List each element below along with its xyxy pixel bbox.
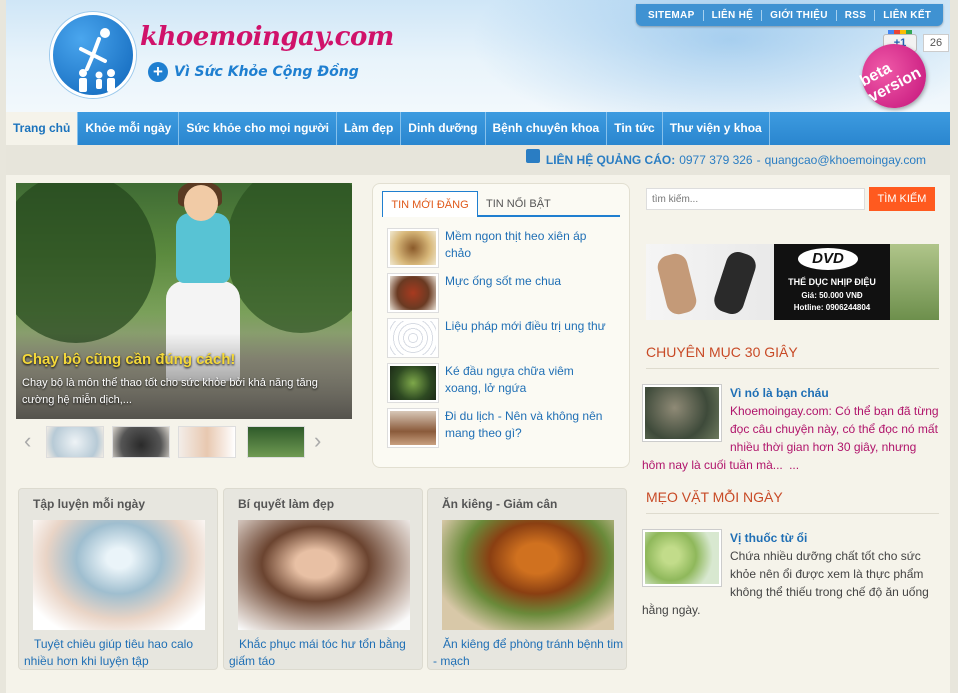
- slider-thumb[interactable]: [178, 426, 236, 458]
- page: khoemoingay.com + Vì Sức Khỏe Cộng Đồng …: [6, 0, 950, 693]
- category-box: Tập luyện mỗi ngày Tuyệt chiêu giúp tiêu…: [18, 488, 218, 670]
- ad-contact-phone[interactable]: 0977 379 326: [679, 153, 752, 167]
- slider-thumb[interactable]: [247, 426, 305, 458]
- news-thumbnail[interactable]: [387, 363, 439, 403]
- list-item[interactable]: Mềm ngon thịt heo xiên áp chảo: [387, 228, 625, 273]
- plus-icon: +: [148, 62, 168, 82]
- logo-text[interactable]: khoemoingay.com: [140, 22, 394, 52]
- news-title[interactable]: Đi du lịch - Nên và không nên mang theo …: [445, 408, 613, 442]
- tab-bar: TIN MỚI ĐĂNG TIN NỔI BẬT: [382, 191, 620, 217]
- ad-contact-email[interactable]: quangcao@khoemoingay.com: [765, 153, 926, 167]
- slider-thumb[interactable]: [112, 426, 170, 458]
- main-nav: Trang chủ Khỏe mỗi ngày Sức khỏe cho mọi…: [6, 112, 950, 145]
- chevron-left-icon[interactable]: ‹: [24, 430, 31, 452]
- banner-image: [890, 244, 939, 320]
- ad-contact-separator: -: [756, 153, 761, 167]
- category-image[interactable]: [238, 520, 410, 630]
- news-title[interactable]: Mực ống sốt me chua: [445, 273, 613, 290]
- ad-contact-label: LIÊN HỆ QUẢNG CÁO:: [545, 153, 676, 167]
- search-button[interactable]: TÌM KIẾM: [869, 187, 935, 211]
- news-thumbnail[interactable]: [387, 318, 439, 358]
- header: khoemoingay.com + Vì Sức Khỏe Cộng Đồng …: [6, 0, 950, 112]
- dvd-logo: DVD: [798, 248, 858, 270]
- chevron-right-icon[interactable]: ›: [314, 430, 321, 452]
- news-tabs: TIN MỚI ĐĂNG TIN NỔI BẬT Mềm ngon thịt h…: [372, 183, 630, 468]
- nav-item-lam-dep[interactable]: Làm đẹp: [337, 112, 402, 145]
- category-box: Ăn kiêng - Giảm cân Ăn kiêng để phòng tr…: [427, 488, 627, 670]
- tab-tin-noi-bat[interactable]: TIN NỔI BẬT: [480, 191, 557, 217]
- top-link-sitemap[interactable]: SITEMAP: [640, 9, 704, 21]
- slider-thumb[interactable]: [46, 426, 104, 458]
- nav-item-benh-chuyen-khoa[interactable]: Bệnh chuyên khoa: [486, 112, 608, 145]
- banner-title: THỂ DỤC NHỊP ĐIỆU: [788, 277, 876, 287]
- slogan-text: Vì Sức Khỏe Cộng Đồng: [174, 64, 359, 80]
- slider-thumbnails: ‹ ›: [16, 424, 352, 460]
- slogan: + Vì Sức Khỏe Cộng Đồng: [148, 62, 359, 82]
- list-item[interactable]: Đi du lịch - Nên và không nên mang theo …: [387, 408, 625, 453]
- phone-icon: [525, 149, 540, 163]
- nav-item-dinh-duong[interactable]: Dinh dưỡng: [401, 112, 486, 145]
- top-link-gioi-thieu[interactable]: GIỚI THIỆU: [762, 9, 837, 21]
- nav-item-trang-chu[interactable]: Trang chủ: [6, 112, 79, 145]
- category-title[interactable]: Tập luyện mỗi ngày: [33, 497, 145, 511]
- chuyen-muc-article: Vì nó là bạn cháu Khoemoingay.com: Có th…: [642, 384, 942, 474]
- list-item[interactable]: Liệu pháp mới điều trị ung thư: [387, 318, 625, 363]
- nav-item-suc-khoe[interactable]: Sức khỏe cho mọi người: [179, 112, 337, 145]
- news-title[interactable]: Liệu pháp mới điều trị ung thư: [445, 318, 613, 335]
- article-thumbnail[interactable]: [642, 384, 722, 442]
- nav-item-khoe-moi-ngay[interactable]: Khỏe mỗi ngày: [78, 112, 180, 145]
- meo-vat-article: Vị thuốc từ ổi Chứa nhiều dưỡng chất tốt…: [642, 529, 942, 619]
- category-image[interactable]: [33, 520, 205, 630]
- category-box: Bí quyết làm đẹp Khắc phục mái tóc hư tổ…: [223, 488, 423, 670]
- read-more-link[interactable]: ...: [789, 458, 799, 472]
- slider-text: Chạy bộ là môn thể thao tốt cho sức khỏe…: [22, 377, 318, 406]
- category-image[interactable]: [442, 520, 614, 630]
- banner-hotline: Hotline: 0906244804: [793, 303, 871, 312]
- banner-price: Giá: 50.000 VNĐ: [801, 291, 863, 300]
- slider-runner: [184, 185, 218, 221]
- slider-bg-tree: [16, 183, 156, 343]
- news-title[interactable]: Mềm ngon thịt heo xiên áp chảo: [445, 228, 613, 262]
- section-title-chuyen-muc[interactable]: CHUYÊN MỤC 30 GIÂY: [646, 344, 939, 369]
- logo-icon[interactable]: [50, 12, 136, 98]
- list-item[interactable]: Mực ống sốt me chua: [387, 273, 625, 318]
- category-caption[interactable]: Khắc phục mái tóc hư tổn bằng giấm táo: [229, 636, 421, 670]
- featured-slider[interactable]: Chạy bộ cũng cần đúng cách! Chạy bộ là m…: [16, 183, 352, 419]
- category-caption[interactable]: Tuyệt chiêu giúp tiêu hao calo nhiều hơn…: [24, 636, 216, 670]
- category-title[interactable]: Ăn kiêng - Giảm cân: [442, 497, 557, 511]
- nav-item-thu-vien[interactable]: Thư viện y khoa: [663, 112, 770, 145]
- top-links: SITEMAP LIÊN HỆ GIỚI THIỆU RSS LIÊN KẾT: [636, 4, 944, 26]
- nav-item-tin-tuc[interactable]: Tin tức: [607, 112, 663, 145]
- slider-runner: [176, 213, 230, 283]
- ad-contact: LIÊN HỆ QUẢNG CÁO: 0977 379 326 - quangc…: [525, 149, 926, 167]
- slider-bg-tree: [226, 183, 352, 333]
- contact-bar: LIÊN HỆ QUẢNG CÁO: 0977 379 326 - quangc…: [6, 145, 950, 175]
- tab-tin-moi-dang[interactable]: TIN MỚI ĐĂNG: [382, 191, 478, 217]
- news-thumbnail[interactable]: [387, 273, 439, 313]
- article-thumbnail[interactable]: [642, 529, 722, 587]
- section-title-meo-vat[interactable]: MẸO VẶT MỖI NGÀY: [646, 489, 939, 514]
- banner-image: [646, 244, 774, 320]
- top-link-lien-he[interactable]: LIÊN HỆ: [704, 9, 763, 21]
- search-input[interactable]: [646, 188, 865, 210]
- google-plus-count: 26: [923, 34, 949, 52]
- news-thumbnail[interactable]: [387, 228, 439, 268]
- dvd-banner[interactable]: DVD THỂ DỤC NHỊP ĐIỆU Giá: 50.000 VNĐ Ho…: [646, 244, 939, 320]
- top-link-lien-ket[interactable]: LIÊN KẾT: [875, 10, 939, 21]
- category-caption[interactable]: Ăn kiêng để phòng tránh bệnh tim - mạch: [433, 636, 625, 670]
- news-list: Mềm ngon thịt heo xiên áp chảo Mực ống s…: [387, 228, 625, 453]
- slider-title[interactable]: Chạy bộ cũng cần đúng cách!: [22, 351, 235, 368]
- category-title[interactable]: Bí quyết làm đẹp: [238, 497, 334, 511]
- banner-dvd-panel: DVD THỂ DỤC NHỊP ĐIỆU Giá: 50.000 VNĐ Ho…: [774, 244, 890, 320]
- list-item[interactable]: Ké đầu ngựa chữa viêm xoang, lở ngứa: [387, 363, 625, 408]
- top-link-rss[interactable]: RSS: [837, 9, 876, 21]
- news-thumbnail[interactable]: [387, 408, 439, 448]
- news-title[interactable]: Ké đầu ngựa chữa viêm xoang, lở ngứa: [445, 363, 613, 397]
